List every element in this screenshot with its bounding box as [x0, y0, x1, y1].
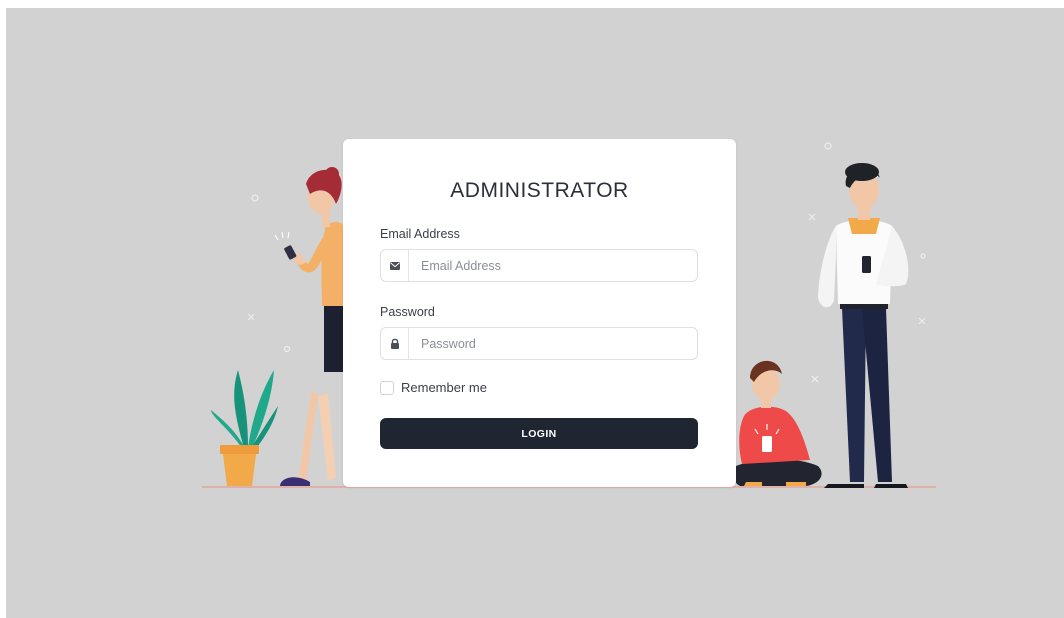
remember-me-label[interactable]: Remember me — [401, 380, 487, 395]
email-input[interactable] — [409, 250, 697, 281]
password-label: Password — [380, 305, 435, 319]
email-input-group — [380, 249, 698, 282]
standing-man-illustration — [818, 163, 909, 488]
remember-me-row: Remember me — [380, 380, 487, 395]
email-label: Email Address — [380, 227, 460, 241]
lock-icon — [381, 328, 409, 359]
login-button[interactable]: LOGIN — [380, 418, 698, 449]
envelope-icon — [381, 250, 409, 281]
login-title: ADMINISTRATOR — [450, 179, 629, 202]
woman-illustration — [274, 167, 346, 486]
plant-illustration — [211, 370, 278, 486]
password-input[interactable] — [409, 328, 697, 359]
page-background: ADMINISTRATOR Email Address Password — [6, 8, 1064, 618]
remember-me-checkbox[interactable] — [380, 380, 394, 395]
seated-boy-illustration — [733, 360, 822, 486]
login-card: ADMINISTRATOR Email Address Password — [343, 139, 736, 487]
password-input-group — [380, 327, 698, 360]
